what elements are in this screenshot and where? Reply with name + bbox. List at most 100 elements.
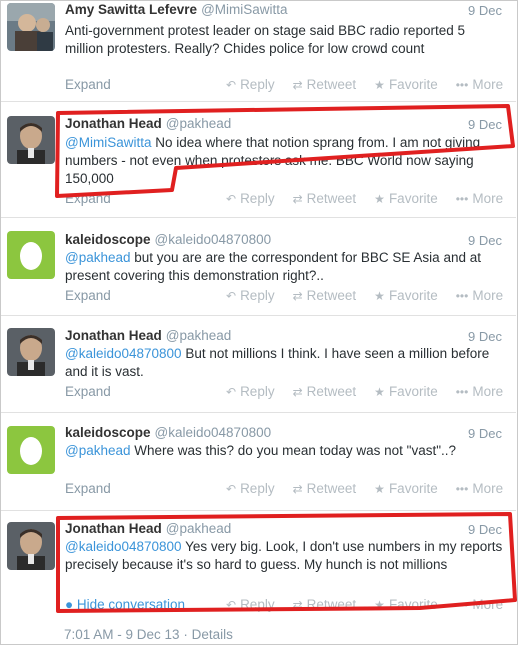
favorite-button[interactable]: ★ Favorite	[374, 191, 438, 206]
expand-link[interactable]: Expand	[65, 77, 111, 92]
mention-link[interactable]: @pakhead	[65, 443, 131, 458]
tweet-item[interactable]: kaleidoscope @kaleido04870800 9 Dec @pakh…	[1, 413, 516, 511]
retweet-icon: ⇄	[292, 482, 303, 496]
avatar[interactable]	[7, 426, 55, 474]
retweet-button[interactable]: ⇄ Retweet	[293, 384, 357, 399]
author-name[interactable]: Amy Sawitta Lefevre @MimiSawitta	[65, 2, 288, 17]
author-name[interactable]: kaleidoscope @kaleido04870800	[65, 232, 271, 247]
expand-link[interactable]: Expand	[65, 481, 111, 496]
details-link[interactable]: Details	[192, 627, 233, 642]
tweet-date[interactable]: 9 Dec	[468, 426, 502, 441]
star-icon: ★	[374, 192, 385, 206]
more-button[interactable]: ••• More	[456, 597, 503, 612]
author-handle[interactable]: @kaleido04870800	[155, 232, 272, 247]
tweet-item[interactable]: Jonathan Head @pakhead 9 Dec @kaleido0487…	[1, 511, 516, 643]
star-icon: ★	[374, 78, 385, 92]
retweet-button[interactable]: ⇄ Retweet	[293, 191, 357, 206]
mention-link[interactable]: @MimiSawitta	[65, 135, 151, 150]
author-name[interactable]: Jonathan Head @pakhead	[65, 328, 231, 343]
avatar[interactable]	[7, 116, 55, 164]
tweet-text: @kaleido04870800 But not millions I thin…	[65, 346, 490, 379]
star-icon: ★	[374, 385, 385, 399]
tweet-date[interactable]: 9 Dec	[468, 117, 502, 132]
reply-icon: ↶	[226, 289, 237, 303]
tweet-text: @pakhead Where was this? do you mean tod…	[65, 443, 457, 458]
mention-link[interactable]: @pakhead	[65, 250, 131, 265]
tweet-text: @pakhead but you are are the corresponde…	[65, 250, 481, 283]
favorite-button[interactable]: ★ Favorite	[374, 481, 438, 496]
reply-button[interactable]: ↶ Reply	[226, 384, 275, 399]
more-button[interactable]: ••• More	[456, 77, 503, 92]
tweet-date[interactable]: 9 Dec	[468, 233, 502, 248]
tweet-date[interactable]: 9 Dec	[468, 329, 502, 344]
tweet-item[interactable]: Jonathan Head @pakhead 9 Dec @kaleido0487…	[1, 316, 516, 413]
retweet-button[interactable]: ⇄ Retweet	[293, 288, 357, 303]
tweet-actions: ↶ Reply ⇄ Retweet ★ Favorite ••• More	[226, 597, 518, 612]
tweet-item[interactable]: kaleidoscope @kaleido04870800 9 Dec @pakh…	[1, 218, 516, 316]
more-button[interactable]: ••• More	[456, 481, 503, 496]
author-handle[interactable]: @kaleido04870800	[155, 425, 272, 440]
hide-conversation-link[interactable]: ● Hide conversation	[65, 597, 185, 612]
favorite-label: Favorite	[388, 77, 438, 92]
avatar[interactable]	[7, 3, 55, 51]
reply-button[interactable]: ↶ Reply	[226, 288, 275, 303]
reply-button[interactable]: ↶ Reply	[226, 77, 275, 92]
reply-icon: ↶	[226, 192, 237, 206]
more-dots-icon: •••	[455, 192, 469, 206]
tweet-date[interactable]: 9 Dec	[468, 3, 502, 18]
reply-button[interactable]: ↶ Reply	[226, 191, 275, 206]
tweet-date[interactable]: 9 Dec	[468, 522, 502, 537]
mention-link[interactable]: @kaleido04870800	[65, 346, 182, 361]
separator: ·	[183, 627, 188, 642]
more-label: More	[472, 288, 504, 303]
tweet-item[interactable]: Amy Sawitta Lefevre @MimiSawitta 9 Dec An…	[1, 0, 516, 102]
author-handle[interactable]: @MimiSawitta	[201, 2, 287, 17]
star-icon: ★	[374, 482, 385, 496]
more-button[interactable]: ••• More	[456, 288, 503, 303]
retweet-label: Retweet	[306, 384, 357, 399]
favorite-label: Favorite	[388, 384, 438, 399]
retweet-button[interactable]: ⇄ Retweet	[293, 481, 357, 496]
author-name[interactable]: Jonathan Head @pakhead	[65, 521, 231, 536]
avatar[interactable]	[7, 328, 55, 376]
reply-button[interactable]: ↶ Reply	[226, 597, 275, 612]
avatar[interactable]	[7, 522, 55, 570]
favorite-button[interactable]: ★ Favorite	[374, 77, 438, 92]
reply-icon: ↶	[226, 482, 237, 496]
favorite-button[interactable]: ★ Favorite	[374, 597, 438, 612]
retweet-icon: ⇄	[292, 289, 303, 303]
retweet-label: Retweet	[306, 77, 357, 92]
tweet-text: Anti-government protest leader on stage …	[65, 23, 465, 56]
reply-icon: ↶	[226, 78, 237, 92]
reply-icon: ↶	[226, 385, 237, 399]
reply-button[interactable]: ↶ Reply	[226, 481, 275, 496]
author-handle[interactable]: @pakhead	[166, 116, 232, 131]
bullet-icon: ●	[65, 597, 77, 612]
reply-label: Reply	[240, 77, 275, 92]
author-handle[interactable]: @pakhead	[166, 328, 232, 343]
more-button[interactable]: ••• More	[456, 191, 503, 206]
retweet-button[interactable]: ⇄ Retweet	[293, 597, 357, 612]
tweet-item[interactable]: Jonathan Head @pakhead 9 Dec @MimiSawitta…	[1, 102, 516, 218]
tweet-actions: ↶ Reply ⇄ Retweet ★ Favorite ••• More	[226, 481, 518, 496]
expand-link[interactable]: Expand	[65, 384, 111, 399]
avatar[interactable]	[7, 231, 55, 279]
retweet-label: Retweet	[306, 597, 357, 612]
retweet-icon: ⇄	[292, 385, 303, 399]
expand-link[interactable]: Expand	[65, 191, 111, 206]
retweet-button[interactable]: ⇄ Retweet	[293, 77, 357, 92]
star-icon: ★	[374, 289, 385, 303]
mention-link[interactable]: @kaleido04870800	[65, 539, 182, 554]
reply-label: Reply	[240, 597, 275, 612]
tweet-timestamp[interactable]: 7:01 AM - 9 Dec 13	[64, 627, 180, 642]
more-label: More	[472, 77, 504, 92]
author-name[interactable]: kaleidoscope @kaleido04870800	[65, 425, 271, 440]
favorite-button[interactable]: ★ Favorite	[374, 384, 438, 399]
tweet-text: @MimiSawitta No idea where that notion s…	[65, 135, 481, 186]
author-name[interactable]: Jonathan Head @pakhead	[65, 116, 231, 131]
favorite-button[interactable]: ★ Favorite	[374, 288, 438, 303]
tweet-actions: ↶ Reply ⇄ Retweet ★ Favorite ••• More	[226, 77, 518, 92]
expand-link[interactable]: Expand	[65, 288, 111, 303]
more-button[interactable]: ••• More	[456, 384, 503, 399]
author-handle[interactable]: @pakhead	[166, 521, 232, 536]
